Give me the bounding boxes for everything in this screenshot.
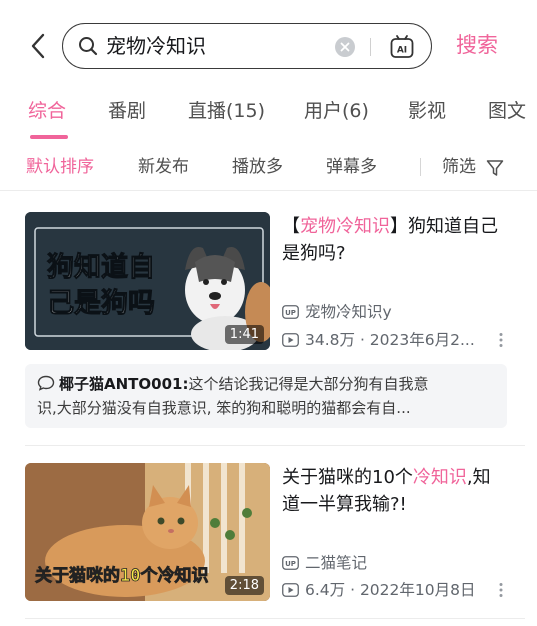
search-query[interactable]: 宠物冷知识 (106, 33, 206, 59)
meta-dot: · (345, 581, 360, 599)
result-tabs: 综合 番剧 直播(15) 用户(6) 影视 图文 (0, 92, 537, 142)
filter-icon[interactable] (486, 159, 504, 177)
svg-text:UP: UP (285, 560, 296, 568)
title-prefix: 关于猫咪的10个 (282, 467, 413, 488)
more-options-icon[interactable] (498, 582, 504, 598)
video-title[interactable]: 【宠物冷知识】狗知道自己是狗吗? (282, 213, 507, 267)
tab-articles[interactable]: 图文 (488, 98, 526, 124)
comment-bubble-icon (37, 375, 55, 391)
comment-user[interactable]: 椰子猫ANTO001: (59, 375, 188, 393)
stats-row: 34.8万 · 2023年6月2... (282, 330, 475, 350)
thumbnail-text-line2: 己是狗吗 (47, 288, 155, 319)
active-tab-indicator (30, 135, 68, 139)
sort-bar: 默认排序 新发布 播放多 弹幕多 筛选 (0, 145, 537, 191)
clear-icon[interactable] (335, 37, 355, 57)
chevron-left-icon (31, 33, 45, 59)
uploader-row[interactable]: UP 二猫笔记 (282, 553, 367, 573)
search-button[interactable]: 搜索 (456, 31, 498, 59)
uploader-name[interactable]: 宠物冷知识y (305, 302, 392, 322)
sort-default[interactable]: 默认排序 (26, 155, 94, 179)
sort-newest[interactable]: 新发布 (138, 155, 189, 179)
title-highlight: 宠物冷知识 (300, 216, 390, 237)
video-thumbnail[interactable]: 狗知道自 己是狗吗 1:41 (25, 212, 270, 350)
svg-text:UP: UP (285, 309, 296, 317)
video-thumbnail[interactable]: 关于猫咪的10个冷知识 2:18 (25, 463, 270, 601)
thumbnail-text-line1: 狗知道自 (47, 251, 155, 283)
thumbnail-caption: 关于猫咪的10个冷知识 (35, 565, 208, 586)
video-duration: 2:18 (224, 576, 264, 595)
comment-line-2: 识,大部分猫没有自我意识, 笨的狗和聪明的猫都会有自... (37, 399, 411, 417)
filter-button[interactable]: 筛选 (442, 155, 476, 179)
ai-assistant-icon[interactable]: AI (389, 34, 415, 60)
tab-anime[interactable]: 番剧 (108, 98, 146, 124)
search-divider (370, 38, 371, 56)
play-count: 34.8万 (305, 331, 356, 349)
play-count-icon (282, 583, 299, 597)
play-count: 6.4万 (305, 581, 346, 599)
search-input[interactable]: 宠物冷知识 AI (62, 23, 432, 69)
comment-line-1: 椰子猫ANTO001:这个结论我记得是大部分狗有自我意 (37, 372, 495, 396)
video-duration: 1:41 (224, 325, 264, 344)
sort-most-played[interactable]: 播放多 (232, 155, 283, 179)
publish-date: 2023年6月2... (369, 331, 475, 349)
title-prefix: 【 (282, 216, 300, 237)
search-header: 宠物冷知识 AI 搜索 (0, 0, 537, 92)
uploader-row[interactable]: UP 宠物冷知识y (282, 302, 392, 322)
up-badge-icon: UP (282, 556, 299, 570)
top-comment[interactable]: 椰子猫ANTO001:这个结论我记得是大部分狗有自我意 识,大部分猫没有自我意识… (25, 364, 507, 428)
uploader-name[interactable]: 二猫笔记 (305, 553, 367, 573)
more-options-icon[interactable] (498, 332, 504, 348)
result-separator (25, 618, 525, 619)
stats-row: 6.4万 · 2022年10月8日 (282, 580, 475, 600)
tab-movies[interactable]: 影视 (408, 98, 446, 124)
sort-divider (420, 158, 421, 176)
comment-text-1: 这个结论我记得是大部分狗有自我意 (188, 375, 429, 393)
tab-users[interactable]: 用户(6) (304, 98, 369, 124)
publish-date: 2022年10月8日 (359, 581, 476, 599)
sort-most-danmaku[interactable]: 弹幕多 (326, 155, 377, 179)
back-button[interactable] (24, 30, 52, 62)
ai-label: AI (397, 46, 407, 56)
title-highlight: 冷知识 (412, 467, 467, 488)
search-icon (79, 37, 98, 56)
video-title[interactable]: 关于猫咪的10个冷知识,知道一半算我输?! (282, 464, 507, 518)
result-separator (25, 445, 525, 446)
tab-all[interactable]: 综合 (28, 98, 66, 124)
meta-dot: · (355, 331, 370, 349)
tab-live[interactable]: 直播(15) (188, 98, 265, 124)
up-badge-icon: UP (282, 305, 299, 319)
play-count-icon (282, 333, 299, 347)
